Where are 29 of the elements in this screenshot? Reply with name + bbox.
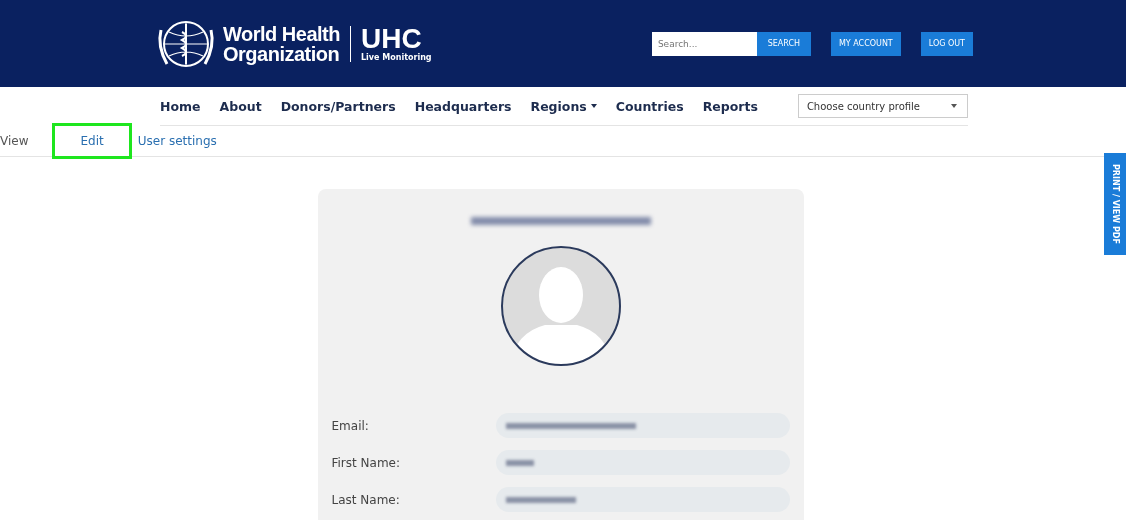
header-button[interactable]: LOG OUT bbox=[920, 31, 973, 56]
logo-text: World Health bbox=[223, 23, 340, 44]
nav-link[interactable]: Home bbox=[160, 98, 201, 114]
avatar-icon bbox=[499, 245, 622, 367]
nav-link[interactable]: Regions bbox=[530, 98, 597, 114]
nav-link[interactable]: Reports bbox=[702, 98, 758, 114]
caret-icon bbox=[951, 104, 957, 108]
nav-link[interactable]: Headquarters bbox=[414, 98, 512, 114]
tab-link[interactable]: User settings bbox=[137, 134, 231, 148]
search-field[interactable]: Search... bbox=[651, 31, 757, 56]
input-field[interactable] bbox=[495, 413, 790, 438]
header-button[interactable]: SEARCH bbox=[756, 31, 811, 56]
tab-link[interactable]: Edit bbox=[52, 123, 132, 159]
caret-icon bbox=[590, 104, 597, 108]
country-dropdown[interactable]: Choose country profile bbox=[797, 94, 968, 118]
logo-text: Organization bbox=[223, 43, 340, 64]
field-label: Email: bbox=[331, 418, 370, 433]
nav-link[interactable]: Countries bbox=[615, 98, 684, 114]
brand-subtitle: Live Monitoring bbox=[360, 53, 432, 62]
nav-link[interactable]: Donors/Partners bbox=[280, 98, 396, 114]
brand-title: UHC bbox=[360, 25, 422, 53]
nav-link[interactable]: About bbox=[219, 98, 262, 114]
field-label: Last Name: bbox=[331, 492, 401, 507]
tab-link[interactable]: View bbox=[0, 134, 43, 148]
header-button[interactable]: MY ACCOUNT bbox=[830, 31, 901, 56]
input-field[interactable] bbox=[495, 450, 790, 475]
print-pdf-button[interactable]: PRINT / VIEW PDF bbox=[1104, 153, 1126, 255]
field-label: First Name: bbox=[331, 455, 401, 470]
input-field[interactable] bbox=[495, 487, 790, 512]
